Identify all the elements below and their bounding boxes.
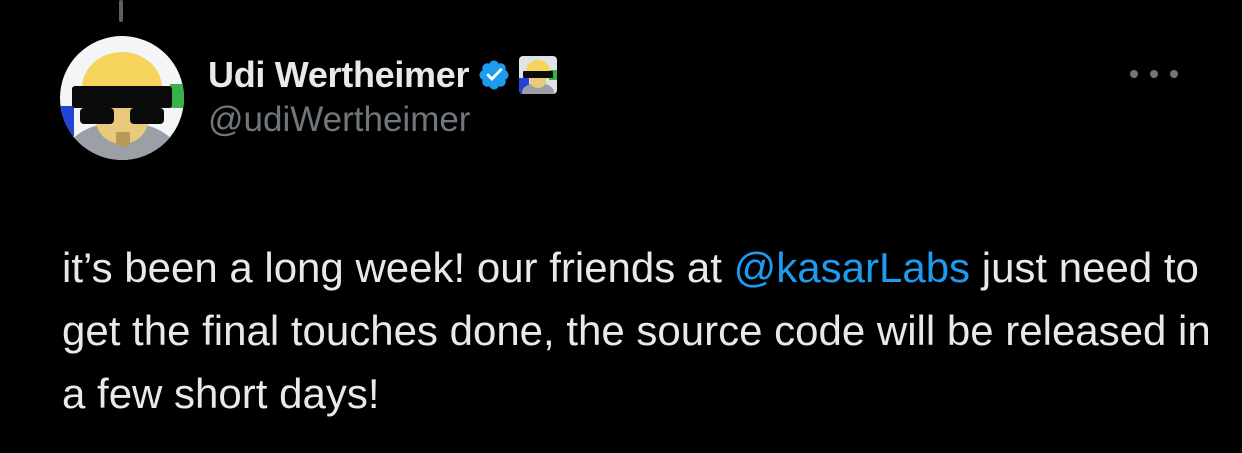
author-avatar[interactable] [60, 36, 184, 160]
tweet-text-part: it’s been a long week! our friends at [62, 244, 734, 291]
tweet-text: it’s been a long week! our friends at @k… [62, 236, 1222, 425]
author-handle[interactable]: @udiWertheimer [208, 100, 470, 140]
more-dot [1130, 70, 1138, 78]
author-display-name[interactable]: Udi Wertheimer [208, 54, 470, 96]
more-dot [1150, 70, 1158, 78]
mention-link[interactable]: @kasarLabs [734, 244, 970, 291]
affiliate-avatar-icon[interactable] [519, 56, 558, 94]
tweet-author[interactable]: Udi Wertheimer [208, 50, 558, 100]
more-options-icon[interactable] [1130, 62, 1178, 86]
verified-badge-icon[interactable] [477, 58, 511, 92]
thread-connector-line [119, 0, 123, 22]
avatar-illustration [60, 36, 184, 160]
more-dot [1170, 70, 1178, 78]
